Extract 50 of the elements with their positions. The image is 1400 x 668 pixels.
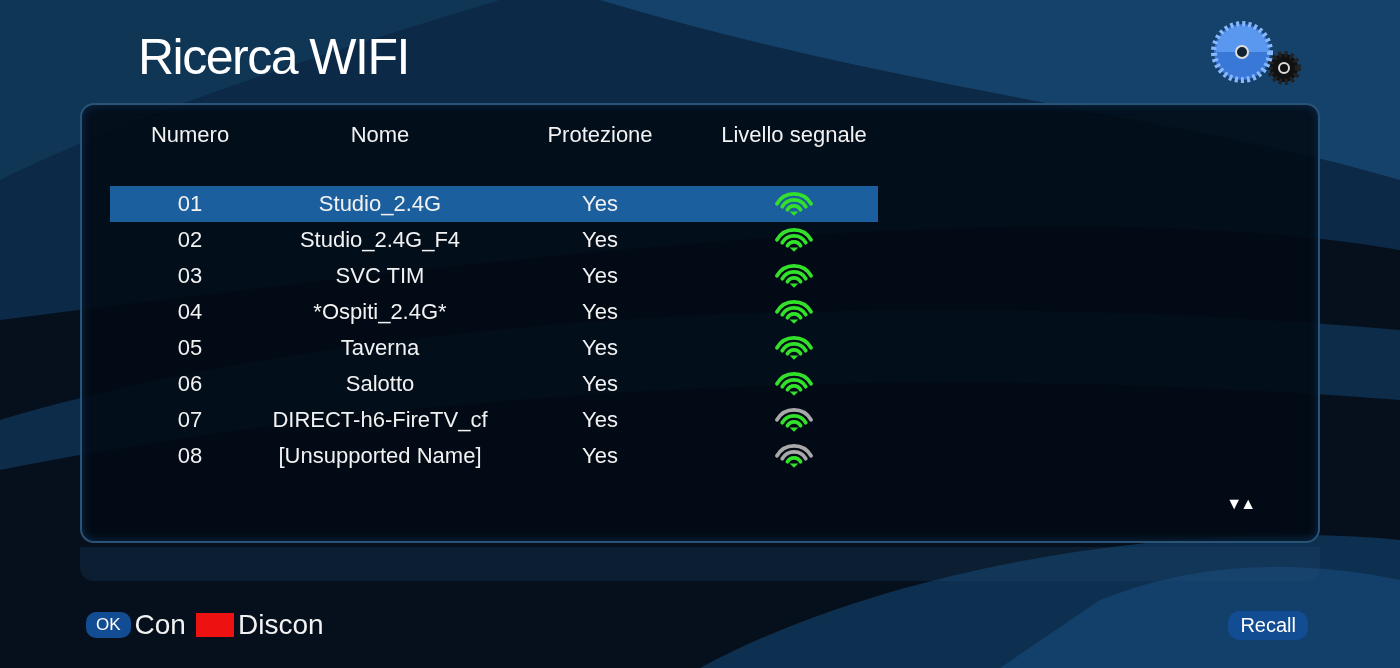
row-number: 06: [177, 371, 203, 397]
wifi-signal-icon: [775, 192, 813, 216]
network-row[interactable]: 07 DIRECT-h6-FireTV_cf Yes: [110, 402, 878, 438]
row-number: 03: [177, 263, 203, 289]
ok-key-icon: OK: [86, 612, 131, 638]
column-header: Protezione: [547, 122, 653, 148]
network-name: DIRECT-h6-FireTV_cf: [272, 407, 488, 433]
row-number: 01: [177, 191, 203, 217]
network-name: Salotto: [345, 371, 415, 397]
network-name: Taverna: [340, 335, 420, 361]
wifi-signal-icon: [775, 336, 813, 360]
row-number: 07: [177, 407, 203, 433]
page-arrows: ▼▲: [1226, 495, 1254, 513]
row-number: 04: [177, 299, 203, 325]
wifi-signal-icon: [775, 264, 813, 288]
network-name: Studio_2.4G_F4: [299, 227, 461, 253]
network-name: *Ospiti_2.4G*: [313, 299, 447, 325]
wifi-signal-icon: [775, 228, 813, 252]
wifi-signal-icon: [775, 444, 813, 468]
hint-label: Con: [134, 609, 186, 641]
recall-button[interactable]: Recall: [1228, 610, 1308, 640]
protection-value: Yes: [582, 227, 618, 253]
column-header: Livello segnale: [721, 122, 867, 148]
column-header: Nome: [350, 122, 410, 148]
screen-title: Ricerca WIFI: [138, 28, 409, 86]
protection-value: Yes: [582, 335, 618, 361]
wifi-signal-icon: [775, 408, 813, 432]
protection-value: Yes: [582, 371, 618, 397]
network-row[interactable]: 06 Salotto Yes: [110, 366, 878, 402]
network-row[interactable]: 02 Studio_2.4G_F4 Yes: [110, 222, 878, 258]
hint-label: Discon: [237, 609, 324, 641]
wifi-signal-icon: [775, 300, 813, 324]
network-row[interactable]: 08 [Unsupported Name] Yes: [110, 438, 878, 474]
row-number: 02: [177, 227, 203, 253]
protection-value: Yes: [582, 299, 618, 325]
row-number: 05: [177, 335, 203, 361]
wifi-signal-icon: [775, 372, 813, 396]
network-name: SVC TIM: [335, 263, 425, 289]
network-row[interactable]: 04 *Ospiti_2.4G* Yes: [110, 294, 878, 330]
protection-value: Yes: [582, 443, 618, 469]
protection-value: Yes: [582, 191, 618, 217]
network-row[interactable]: 03 SVC TIM Yes: [110, 258, 878, 294]
network-name: Studio_2.4G: [318, 191, 442, 217]
network-name: [Unsupported Name]: [278, 443, 482, 469]
column-header: Numero: [150, 122, 230, 148]
network-row[interactable]: 05 Taverna Yes: [110, 330, 878, 366]
row-number: 08: [177, 443, 203, 469]
selected-row[interactable]: 01 Studio_2.4G Yes: [110, 186, 878, 222]
protection-value: Yes: [582, 407, 618, 433]
protection-value: Yes: [582, 263, 618, 289]
